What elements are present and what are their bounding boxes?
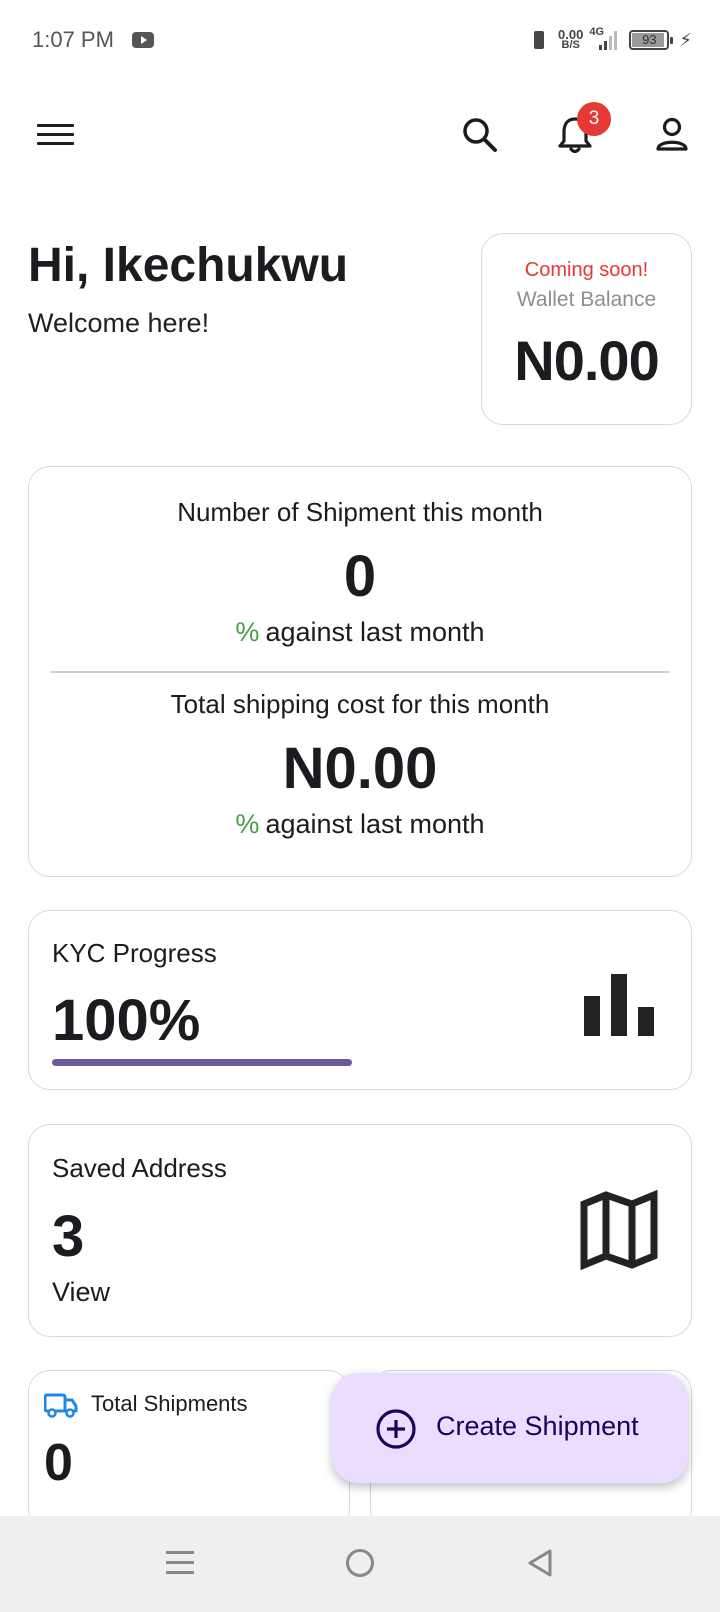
- profile-icon[interactable]: [650, 113, 694, 157]
- greeting-title: Hi, Ikechukwu: [28, 239, 349, 292]
- shipments-value: 0: [343, 544, 377, 609]
- saved-address-label: Saved Address: [52, 1153, 227, 1183]
- kyc-progress-bar: [52, 1059, 352, 1066]
- network-type: 4G: [589, 26, 605, 38]
- kyc-label: KYC Progress: [52, 938, 217, 968]
- network-speed: 0.00 B/S: [558, 27, 584, 51]
- battery-icon: 93: [629, 30, 674, 50]
- system-nav-bar: [0, 1516, 720, 1612]
- total-shipments-value: 0: [44, 1434, 73, 1492]
- view-address-link[interactable]: View: [52, 1277, 110, 1308]
- cost-compare: % against last month: [235, 809, 485, 839]
- wallet-balance-amount: N0.00: [514, 329, 659, 392]
- status-time: 1:07 PM: [32, 27, 114, 52]
- wallet-balance-label: Wallet Balance: [516, 288, 657, 311]
- wallet-card[interactable]: Coming soon! Wallet Balance N0.00: [481, 233, 692, 425]
- cost-percent: %: [235, 809, 260, 839]
- total-shipments-label: Total Shipments: [91, 1391, 248, 1416]
- kyc-card[interactable]: KYC Progress 100%: [28, 910, 692, 1090]
- kyc-progress-fill: [52, 1059, 352, 1066]
- vibrate-icon: [528, 29, 550, 51]
- status-icons: 0.00 B/S 4G 93 ⚡: [528, 24, 692, 56]
- coming-soon-label: Coming soon!: [524, 259, 649, 281]
- charging-icon: ⚡: [679, 29, 692, 50]
- search-icon[interactable]: [458, 113, 502, 157]
- create-shipment-button[interactable]: Create Shipment: [332, 1373, 688, 1483]
- shipments-compare: % against last month: [235, 617, 485, 647]
- status-bar: 1:07 PM 0.00 B/S 4G 93 ⚡: [0, 0, 720, 80]
- shipments-percent: %: [235, 617, 260, 647]
- notification-badge: 3: [577, 102, 611, 136]
- app-bar: 3: [0, 95, 720, 175]
- map-icon: [580, 1190, 658, 1270]
- greeting-subtitle: Welcome here!: [28, 308, 210, 338]
- cost-value: N0.00: [282, 736, 438, 801]
- back-icon[interactable]: [526, 1548, 554, 1578]
- saved-address-card: Saved Address 3 View: [28, 1124, 692, 1337]
- bar-chart-icon: [584, 974, 654, 1036]
- kyc-value: 100%: [52, 988, 201, 1053]
- total-shipments-card[interactable]: Total Shipments 0: [28, 1370, 350, 1530]
- signal-icon: 4G: [589, 26, 621, 50]
- truck-icon: [44, 1393, 78, 1418]
- recents-icon[interactable]: [166, 1550, 194, 1576]
- menu-icon[interactable]: [37, 122, 75, 148]
- create-shipment-label: Create Shipment: [436, 1411, 639, 1441]
- youtube-icon: [132, 32, 154, 48]
- saved-address-count: 3: [52, 1204, 85, 1269]
- cost-title: Total shipping cost for this month: [170, 689, 550, 719]
- battery-level: 93: [642, 32, 657, 47]
- shipments-title: Number of Shipment this month: [177, 497, 543, 527]
- add-circle-icon: [376, 1409, 416, 1449]
- monthly-stats-card: Number of Shipment this month 0 % against…: [28, 466, 692, 877]
- home-icon[interactable]: [346, 1549, 374, 1577]
- stats-divider: [51, 671, 669, 673]
